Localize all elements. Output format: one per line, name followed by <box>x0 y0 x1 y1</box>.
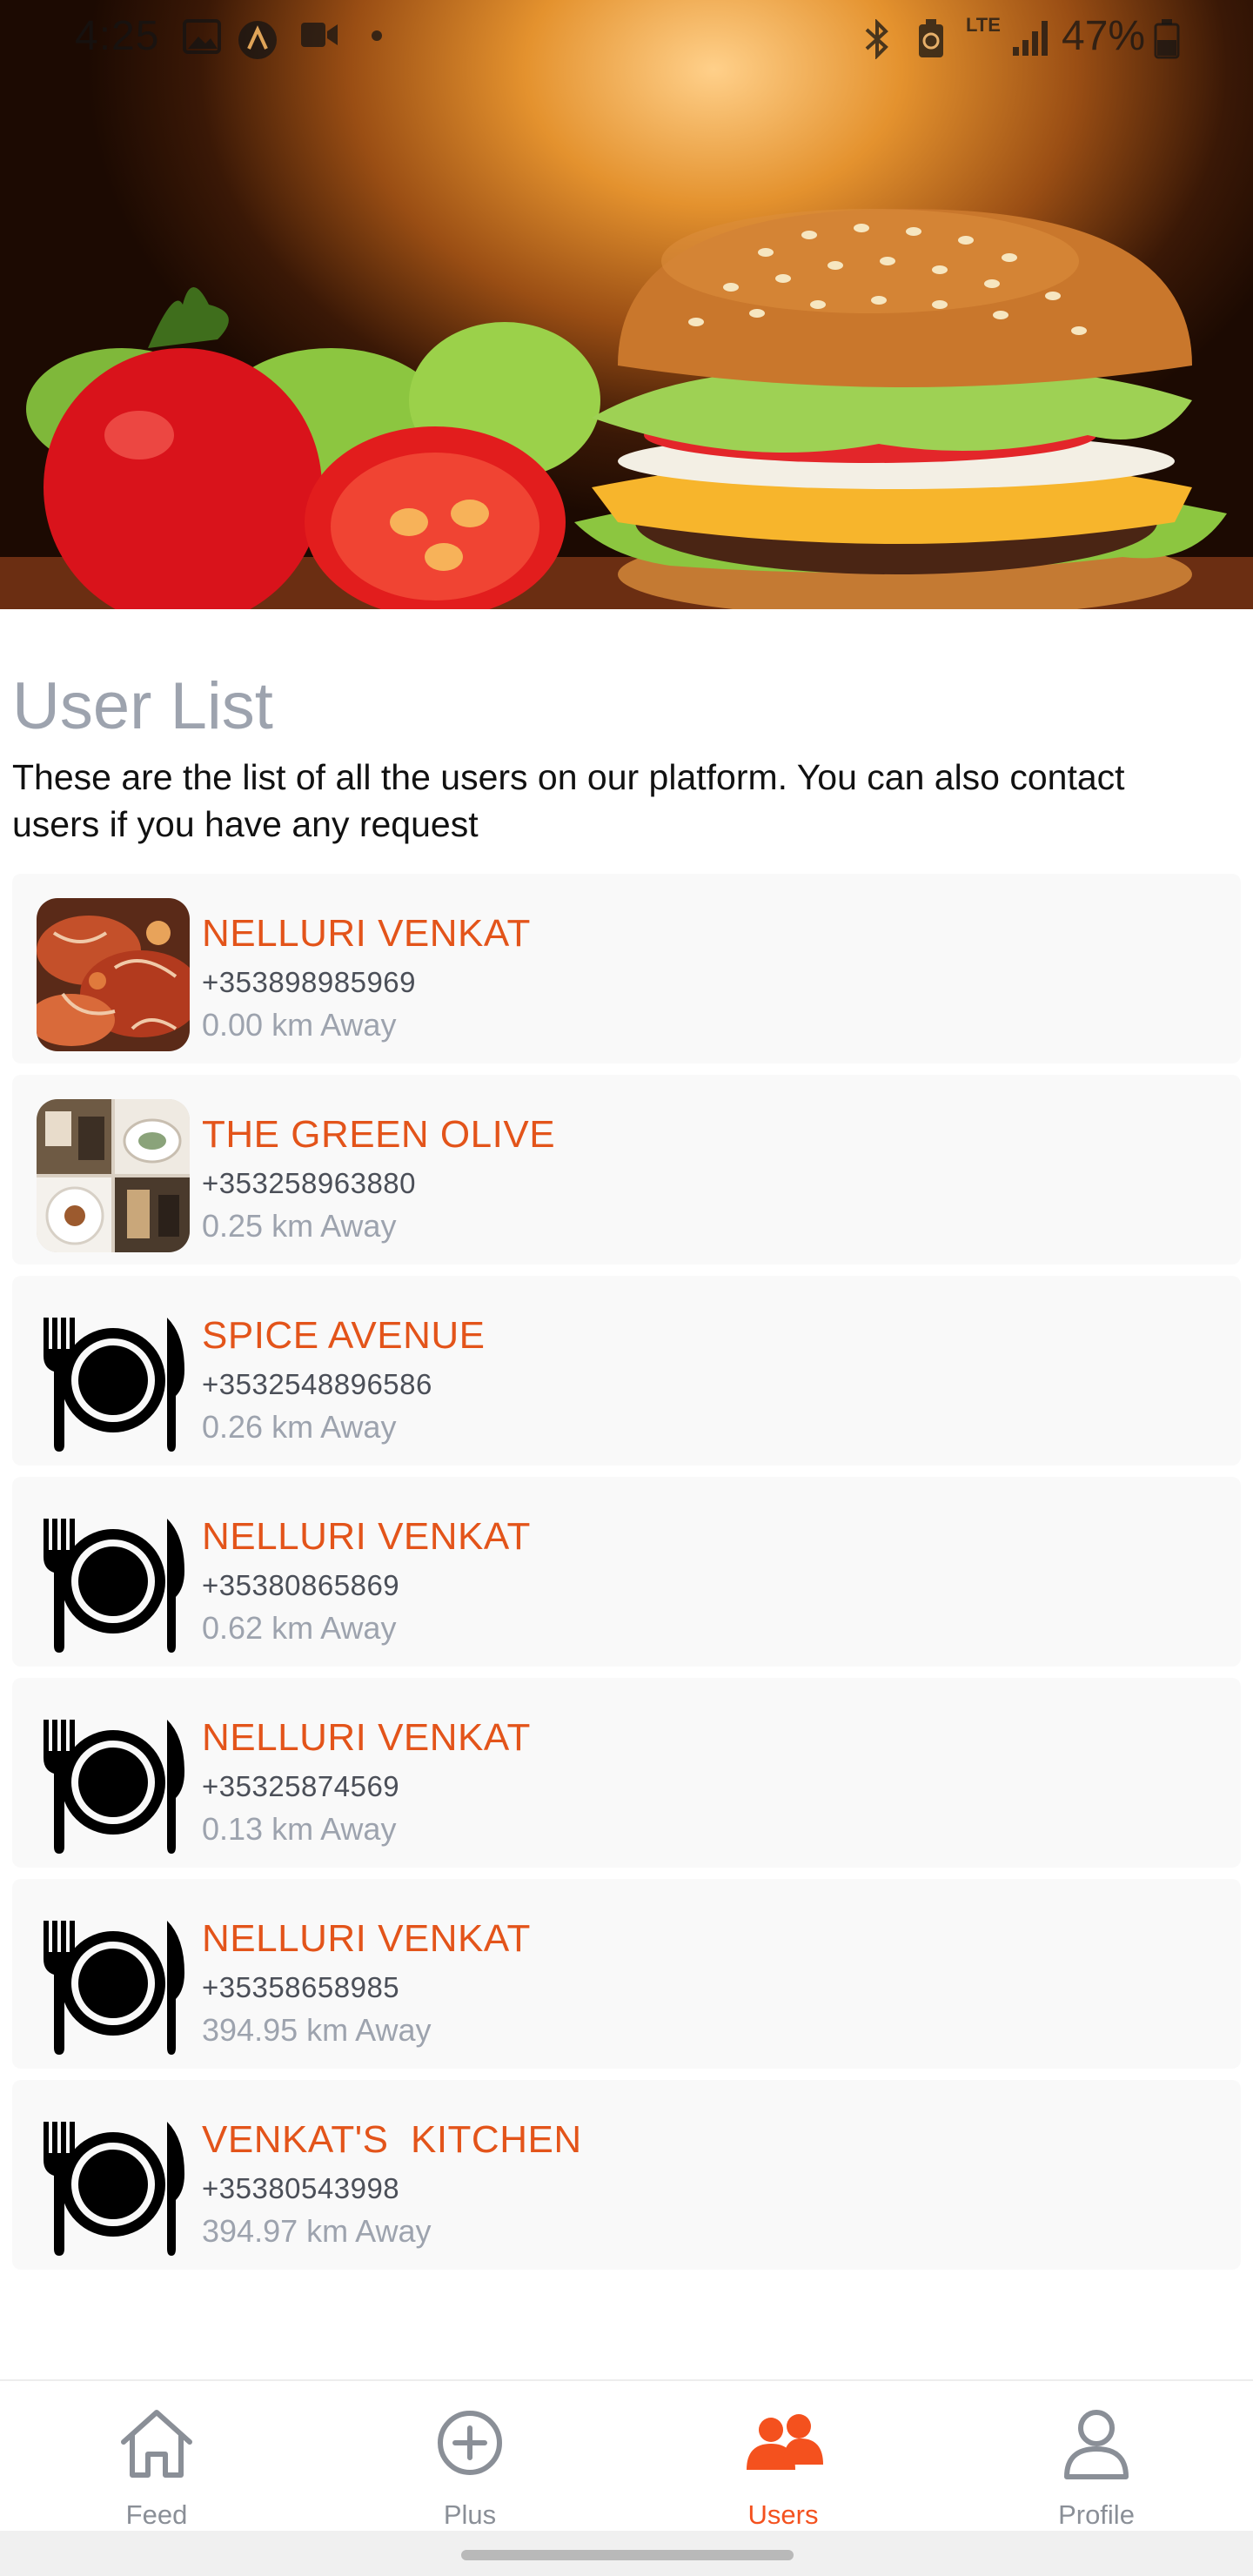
user-phone[interactable]: +353258963880 <box>202 1167 416 1200</box>
user-phone[interactable]: +35325874569 <box>202 1770 399 1803</box>
user-phone[interactable]: +35380865869 <box>202 1569 399 1602</box>
user-distance: 0.62 km Away <box>202 1610 397 1646</box>
restaurant-photo-thumbnail <box>37 1099 190 1252</box>
nav-feed[interactable]: Feed <box>0 2381 313 2532</box>
plate-cutlery-icon <box>44 2122 184 2256</box>
user-thumbnail <box>37 1300 190 1453</box>
user-name: NELLURI VENKAT <box>202 1917 531 1960</box>
nav-profile[interactable]: Profile <box>940 2381 1253 2532</box>
user-name: THE GREEN OLIVE <box>202 1113 556 1156</box>
plus-circle-icon <box>438 2411 502 2475</box>
plate-cutlery-icon <box>44 1318 184 1452</box>
plate-cutlery-icon <box>44 1921 184 2055</box>
home-icon <box>121 2410 192 2478</box>
user-phone[interactable]: +35380543998 <box>202 2172 399 2205</box>
user-card[interactable]: NELLURI VENKAT +35325874569 0.13 km Away <box>12 1678 1241 1868</box>
user-distance: 0.25 km Away <box>202 1208 397 1244</box>
video-icon <box>301 23 338 47</box>
plate-cutlery-icon <box>44 1720 184 1854</box>
user-phone[interactable]: +353898985969 <box>202 966 416 999</box>
page-subtitle: These are the list of all the users on o… <box>12 757 1125 844</box>
status-time: 4:25 <box>75 13 160 59</box>
user-phone[interactable]: +3532548896586 <box>202 1368 432 1401</box>
nav-plus-label: Plus <box>443 2499 497 2530</box>
signal-icon <box>1013 21 1048 56</box>
plate-cutlery-icon <box>44 1519 184 1653</box>
more-notifications-dot-icon <box>372 30 382 41</box>
gallery-icon <box>183 19 221 54</box>
gesture-handle[interactable] <box>461 2550 794 2560</box>
user-distance: 0.00 km Away <box>202 1007 397 1043</box>
nav-users-label: Users <box>747 2499 819 2530</box>
nav-profile-label: Profile <box>1058 2499 1135 2530</box>
nav-feed-label: Feed <box>125 2499 188 2530</box>
system-gesture-area <box>0 2531 1253 2576</box>
user-name: NELLURI VENKAT <box>202 1716 531 1759</box>
user-thumbnail <box>37 1501 190 1654</box>
user-card[interactable]: SPICE AVENUE +3532548896586 0.26 km Away <box>12 1276 1241 1466</box>
bottom-nav: Feed Plus Users Profile <box>0 2379 1253 2531</box>
user-thumbnail <box>37 1099 190 1252</box>
user-thumbnail <box>37 898 190 1051</box>
bluetooth-icon <box>865 19 888 59</box>
users-icon <box>747 2414 823 2470</box>
nav-users[interactable]: Users <box>626 2381 940 2532</box>
hero-banner <box>0 0 1253 609</box>
burger-tomato-image <box>0 209 1253 609</box>
battery-icon <box>1154 19 1180 59</box>
user-thumbnail <box>37 2104 190 2257</box>
network-type: LTE <box>966 14 1001 36</box>
food-photo-thumbnail <box>37 898 190 1051</box>
user-list: NELLURI VENKAT +353898985969 0.00 km Awa… <box>12 874 1241 2281</box>
person-icon <box>1064 2410 1129 2479</box>
user-distance: 0.26 km Away <box>202 1409 397 1445</box>
user-thumbnail <box>37 1903 190 2056</box>
user-distance: 394.95 km Away <box>202 2012 432 2048</box>
user-card[interactable]: NELLURI VENKAT +35358658985 394.95 km Aw… <box>12 1879 1241 2069</box>
user-card[interactable]: NELLURI VENKAT +35380865869 0.62 km Away <box>12 1477 1241 1667</box>
user-card[interactable]: VENKAT'S KITCHEN +35380543998 394.97 km … <box>12 2080 1241 2270</box>
user-distance: 0.13 km Away <box>202 1811 397 1847</box>
user-thumbnail <box>37 1702 190 1855</box>
user-card[interactable]: NELLURI VENKAT +353898985969 0.00 km Awa… <box>12 874 1241 1063</box>
user-name: NELLURI VENKAT <box>202 912 531 955</box>
user-distance: 394.97 km Away <box>202 2213 432 2249</box>
user-name: SPICE AVENUE <box>202 1314 486 1357</box>
battery-percent: 47% <box>1062 13 1146 59</box>
user-name: NELLURI VENKAT <box>202 1515 531 1558</box>
page-title: User List <box>12 669 273 743</box>
status-bar: 4:25 LTE 47% <box>0 0 1253 73</box>
user-phone[interactable]: +35358658985 <box>202 1971 399 2004</box>
app-notification-icon <box>238 21 277 59</box>
battery-saver-icon <box>919 19 943 57</box>
nav-plus[interactable]: Plus <box>313 2381 626 2532</box>
user-name: VENKAT'S KITCHEN <box>202 2118 582 2161</box>
user-card[interactable]: THE GREEN OLIVE +353258963880 0.25 km Aw… <box>12 1075 1241 1265</box>
